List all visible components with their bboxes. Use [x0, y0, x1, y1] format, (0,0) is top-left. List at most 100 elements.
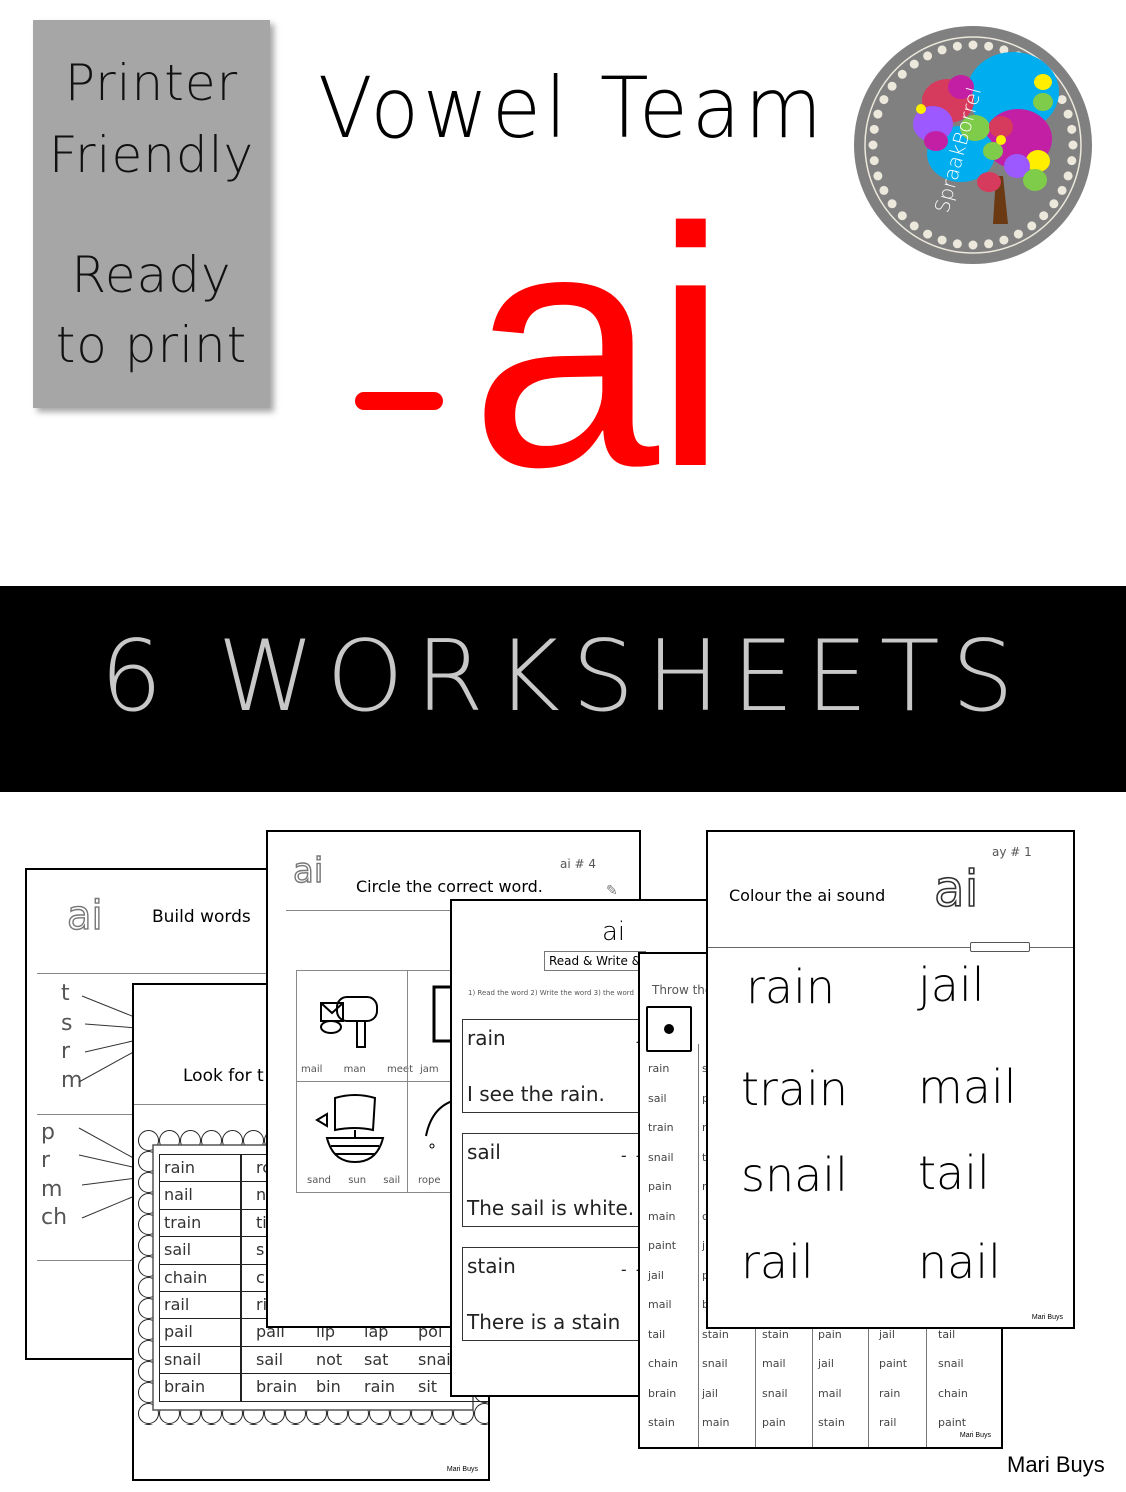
dice-word: snail — [648, 1150, 674, 1164]
logo-dot — [952, 41, 962, 51]
word-option[interactable]: not — [316, 1351, 342, 1368]
ship-icon — [315, 1094, 385, 1164]
word-option[interactable]: snai — [418, 1351, 451, 1368]
dice-word: pain — [762, 1416, 786, 1429]
logo-dot — [1013, 229, 1023, 239]
dice-word: stain — [818, 1416, 845, 1429]
logo-dot — [868, 140, 878, 150]
column-divider — [698, 1044, 699, 1447]
word-options: sand sun sail — [307, 1176, 400, 1186]
option[interactable]: sun — [348, 1175, 366, 1186]
dice-word: jail — [879, 1327, 895, 1341]
vowel-team-sound: ai — [470, 158, 729, 538]
column-divider — [240, 1346, 242, 1374]
target-word: brain — [164, 1377, 206, 1397]
logo-dot — [873, 171, 883, 181]
picture-cell: mail man meet — [296, 970, 413, 1082]
dice-word: rain — [879, 1386, 901, 1400]
logo-dot — [1063, 109, 1073, 119]
colour-word[interactable]: train — [741, 1066, 848, 1112]
table-row: snail sail not sat snai — [159, 1345, 488, 1375]
word-option[interactable]: sit — [418, 1379, 437, 1395]
dice-word: chain — [648, 1357, 678, 1370]
logo-dot — [952, 239, 962, 249]
column-divider — [240, 1209, 242, 1237]
activity-badge: Read & Write & — [544, 951, 646, 971]
logo-dot — [887, 199, 897, 209]
word-option[interactable]: rain — [364, 1379, 395, 1395]
logo-dot — [879, 95, 889, 105]
target-word: nail — [164, 1185, 193, 1205]
logo-dot — [887, 81, 897, 91]
logo-dot — [1067, 124, 1077, 134]
logo-dot — [937, 235, 947, 245]
column-divider — [240, 1155, 242, 1182]
worksheet-title: Colour the ai sound — [729, 886, 886, 905]
colour-word[interactable]: jail — [918, 962, 985, 1008]
target-word: sail — [164, 1240, 192, 1260]
column-divider — [240, 1319, 242, 1346]
logo-dot — [1067, 156, 1077, 166]
logo-dot — [923, 229, 933, 239]
logo-dot — [1057, 95, 1067, 105]
worksheet-title: Throw the — [652, 983, 713, 997]
dice-word: train — [648, 1121, 674, 1134]
picture-cell: sand sun sail — [296, 1081, 408, 1193]
option[interactable]: sand — [307, 1175, 331, 1186]
logo-dot — [869, 156, 879, 166]
option[interactable]: rope — [418, 1176, 441, 1186]
logo-dot — [937, 45, 947, 55]
colour-word[interactable]: tail — [918, 1150, 990, 1196]
dice-word: paint — [938, 1416, 967, 1429]
logo-dot — [897, 211, 907, 221]
word-option[interactable]: sail — [256, 1351, 283, 1368]
word-options: mail man meet — [301, 1065, 413, 1075]
colour-word[interactable]: rain — [746, 964, 835, 1010]
worksheet-colour-sound: ay # 1 Colour the ai sound ai rain jail … — [706, 830, 1075, 1329]
dice-word: paint — [648, 1239, 677, 1252]
word-option[interactable]: bin — [316, 1379, 341, 1395]
column-divider — [240, 1292, 242, 1319]
target-word: chain — [164, 1267, 208, 1287]
promo-line: to print — [55, 316, 248, 374]
colour-word[interactable]: snail — [741, 1152, 848, 1198]
logo-dot — [968, 40, 978, 50]
instructions: 1) Read the word 2) Write the word 3) th… — [468, 989, 634, 997]
dice-word: j — [702, 1239, 706, 1252]
dice-word: brain — [648, 1386, 677, 1400]
worksheet-title: Look for t — [183, 1066, 264, 1086]
dice-word: jail — [702, 1386, 718, 1400]
logo-dot — [999, 235, 1009, 245]
word-option[interactable]: s — [256, 1242, 264, 1258]
page-title: Vowel Team — [318, 59, 827, 157]
word: rain — [467, 1026, 506, 1050]
option[interactable]: sail — [383, 1175, 400, 1186]
option[interactable]: man — [344, 1064, 366, 1075]
sentence: I see the rain. — [467, 1082, 605, 1106]
dice-word: mail — [648, 1298, 672, 1311]
worksheet-number: ay # 1 — [992, 845, 1032, 859]
pencil-icon: ✎ — [606, 883, 618, 899]
sentence: There is a stain — [467, 1310, 621, 1334]
author-signature: Mari Buys — [1007, 1452, 1105, 1477]
dice-word: snail — [762, 1386, 788, 1400]
logo-dot — [1057, 185, 1067, 195]
colour-word[interactable]: rail — [741, 1239, 814, 1285]
dice-word: tail — [938, 1327, 956, 1341]
word-option[interactable]: brain — [256, 1379, 297, 1395]
dice-word: chain — [938, 1386, 968, 1400]
mailbox-icon — [320, 996, 378, 1048]
word-option[interactable]: sat — [364, 1351, 388, 1368]
colour-word[interactable]: mail — [918, 1064, 1017, 1110]
logo-dot — [879, 185, 889, 195]
target-word: rain — [164, 1158, 195, 1177]
dice-word: sail — [648, 1091, 667, 1105]
option[interactable]: jam — [420, 1065, 439, 1075]
option[interactable]: mail — [301, 1064, 322, 1075]
logo-dot — [869, 124, 879, 134]
word-option[interactable]: n — [256, 1187, 266, 1203]
colour-word[interactable]: nail — [918, 1239, 1001, 1285]
word-option[interactable]: c — [256, 1269, 265, 1286]
logo-dot — [984, 239, 994, 249]
dice-word: mail — [818, 1386, 842, 1400]
